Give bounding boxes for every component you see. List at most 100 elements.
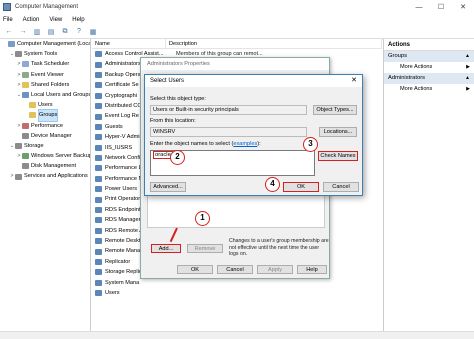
properties-cancel-button[interactable]: Cancel [217,265,253,274]
tree-node[interactable]: Disk Management [0,161,90,171]
tree-node-icon [8,41,15,48]
step-2-badge: 2 [170,150,185,165]
group-icon [95,144,102,151]
group-icon [95,61,102,68]
tree-node-label: Performance [31,122,64,129]
close-icon[interactable]: ✕ [351,75,357,87]
properties-icon[interactable]: ▦ [87,26,99,37]
group-icon [95,279,102,286]
object-names-label: Enter the object names to select (exampl… [150,141,261,147]
tree-node[interactable]: > Performance [0,121,90,131]
actions-section-administrators[interactable]: Administrators [384,73,474,84]
tree-node[interactable]: Device Manager [0,131,90,141]
tree-node[interactable]: Computer Management (Local [0,39,90,49]
computer-management-icon [3,3,11,11]
export-list-icon[interactable]: ⧉ [59,26,71,37]
tree-node-label: Windows Server Backup [31,153,91,160]
more-actions-groups[interactable]: More Actions [384,62,474,73]
forward-icon[interactable]: → [17,26,29,37]
table-row[interactable]: System Mana [92,278,382,288]
column-description[interactable]: Description [166,39,382,48]
location-label: From this location: [150,118,196,124]
group-icon [95,269,102,276]
group-icon [95,123,102,130]
tree-node-icon [15,142,22,149]
tree-node-icon [22,153,29,160]
back-icon[interactable]: ← [3,26,15,37]
tree-node-label: Services and Applications [24,173,88,180]
tree-node[interactable]: ⌄ System Tools [0,49,90,59]
properties-ok-button[interactable]: OK [177,265,213,274]
tree-node-icon [22,81,29,88]
actions-section-groups[interactable]: Groups [384,51,474,62]
check-names-button[interactable]: Check Names [318,151,358,161]
properties-apply-button[interactable]: Apply [257,265,293,274]
group-icon [95,155,102,162]
minimize-button[interactable]: — [408,0,430,14]
maximize-button[interactable]: ☐ [430,0,452,14]
tree-node-label: Computer Management (Local [17,41,91,47]
tree-node[interactable]: ⌄ Storage [0,141,90,151]
properties-title: Administrators Properties [141,58,329,70]
navigation-tree: Computer Management (Local ⌄ System Tools >… [0,39,91,339]
horizontal-scrollbar[interactable] [0,331,474,339]
object-type-field: Users or Built-in security principals [150,105,307,115]
tree-node[interactable]: ⌄ Local Users and Groups [0,90,90,100]
title-bar: Computer Management — ☐ ✕ [0,0,474,14]
list-view-icon[interactable]: ▤ [45,26,57,37]
group-icon [95,217,102,224]
group-icon [95,290,102,297]
examples-link[interactable]: examples [233,141,257,147]
more-actions-administrators[interactable]: More Actions [384,84,474,95]
cancel-button[interactable]: Cancel [323,182,359,192]
tree-node-icon [22,163,29,170]
ok-button[interactable]: OK [283,182,319,192]
properties-help-button[interactable]: Help [297,265,327,274]
step-3-badge: 3 [303,137,318,152]
tree-node[interactable]: > Shared Folders [0,80,90,90]
tree-node-label: Device Manager [31,132,72,139]
tree-node-icon [22,92,29,99]
group-icon [95,175,102,182]
remove-button[interactable]: Remove [187,244,223,253]
object-types-button[interactable]: Object Types... [313,105,357,115]
table-row[interactable]: Users [92,288,382,298]
locations-button[interactable]: Locations... [319,127,357,137]
menu-bar: File Action View Help [0,14,474,25]
window-title: Computer Management [15,4,79,10]
menu-help[interactable]: Help [72,17,84,23]
group-icon [95,82,102,89]
menu-file[interactable]: File [3,17,13,23]
tree-node-icon [22,71,29,78]
tree-node[interactable]: > Task Scheduler [0,59,90,69]
group-icon [95,134,102,141]
members-list[interactable] [147,192,325,228]
tree-node-icon [15,173,22,180]
tree-node-label: Event Viewer [31,71,64,78]
menu-action[interactable]: Action [23,17,40,23]
show-hide-tree-icon[interactable]: ▥ [31,26,43,37]
column-name[interactable]: Name [92,39,166,48]
step-1-badge: 1 [195,211,210,226]
help-icon[interactable]: ? [73,26,85,37]
tree-node-icon [29,102,36,109]
tree-node[interactable]: Groups [0,109,90,122]
group-icon [95,259,102,265]
tree-node[interactable]: > Event Viewer [0,70,90,80]
tree-node-label: Disk Management [31,163,77,170]
menu-view[interactable]: View [49,17,62,23]
select-users-title: Select Users [150,78,185,84]
group-icon [95,196,102,203]
close-button[interactable]: ✕ [452,0,474,14]
group-icon [95,186,102,193]
tree-node-label: Storage [24,142,44,149]
group-icon [95,165,102,172]
tree-node[interactable]: > Services and Applications [0,171,90,181]
tree-node-icon [22,122,29,129]
advanced-button[interactable]: Advanced... [150,182,186,192]
step-4-badge: 4 [265,177,280,192]
tree-node[interactable]: > Windows Server Backup [0,151,90,161]
select-users-dialog: Select Users ✕ Select this object type: … [144,74,363,196]
toolbar: ← → ▥ ▤ ⧉ ? ▦ [0,25,474,39]
add-button[interactable]: Add... [151,244,181,253]
